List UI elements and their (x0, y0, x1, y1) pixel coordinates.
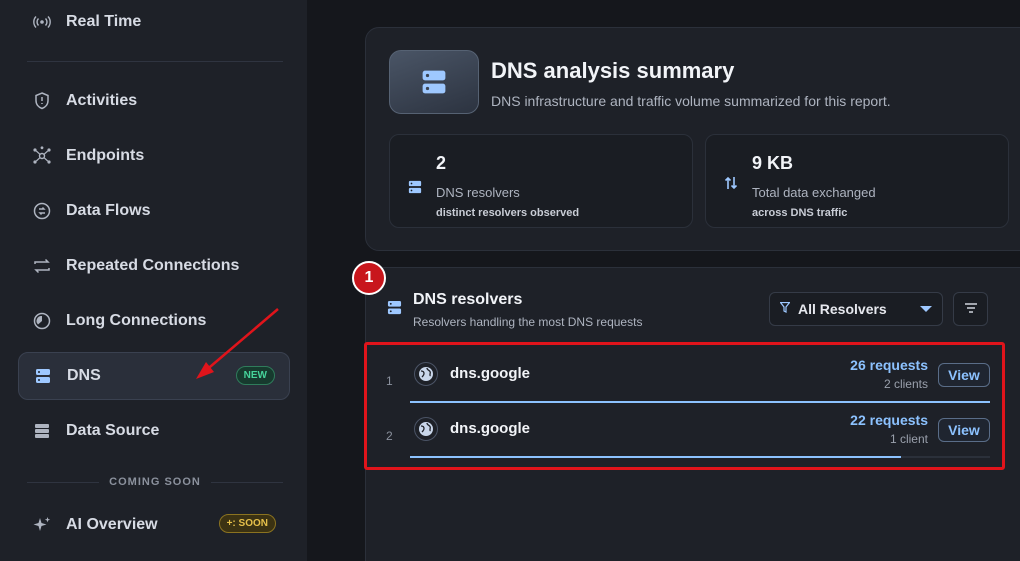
annotation-arrow (196, 308, 279, 379)
